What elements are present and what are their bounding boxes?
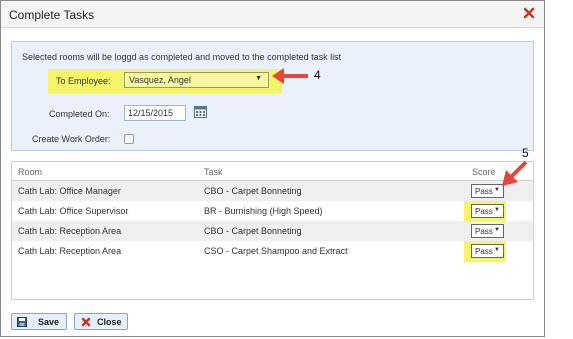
room-cell: Cath Lab: Office Manager (18, 186, 121, 196)
score-select-value: Pass (475, 207, 493, 216)
score-select-value: Pass (475, 187, 493, 196)
to-employee-label: To Employee: (56, 76, 111, 86)
task-cell: BR - Burnishing (High Speed) (204, 206, 323, 216)
create-work-order-label: Create Work Order: (32, 134, 111, 144)
annotation-number-5: 5 (522, 146, 529, 160)
floppy-disk-icon (17, 317, 27, 327)
options-panel: Selected rooms will be loggd as complete… (11, 41, 534, 151)
dialog-titlebar: Complete Tasks (1, 1, 544, 28)
room-cell: Cath Lab: Reception Area (18, 246, 122, 256)
score-select-value: Pass (475, 227, 493, 236)
room-cell: Cath Lab: Reception Area (18, 226, 122, 236)
tasks-grid: Room Task Score Cath Lab: Office Manager… (11, 161, 534, 300)
column-header-task: Task (204, 167, 223, 177)
grid-header: Room Task Score (12, 162, 533, 181)
task-cell: CBO - Carpet Bonneting (204, 186, 302, 196)
score-select[interactable]: Pass ▼ (471, 244, 504, 258)
annotation-arrow-score (502, 160, 528, 186)
chevron-down-icon: ▼ (494, 207, 500, 213)
table-row[interactable]: Cath Lab: Reception Area CBO - Carpet Bo… (12, 221, 533, 241)
score-select-value: Pass (475, 247, 493, 256)
task-cell: CSO - Carpet Shampoo and Extract (204, 246, 348, 256)
close-icon (81, 317, 91, 327)
close-button-label: Close (97, 317, 122, 327)
score-select[interactable]: Pass ▼ (471, 204, 504, 218)
score-select[interactable]: Pass ▼ (471, 224, 504, 238)
complete-tasks-dialog: Complete Tasks Selected rooms will be lo… (0, 0, 545, 337)
create-work-order-checkbox[interactable] (124, 134, 134, 144)
employee-select-value: Vasquez, Angel (129, 75, 191, 85)
completed-on-input[interactable]: 12/15/2015 (124, 105, 186, 121)
table-row[interactable]: Cath Lab: Office Supervisor BR - Burnish… (12, 201, 533, 221)
room-cell: Cath Lab: Office Supervisor (18, 206, 129, 216)
calendar-icon[interactable] (194, 105, 207, 118)
save-button-label: Save (38, 317, 60, 327)
annotation-arrow-employee (272, 68, 308, 84)
completed-on-label: Completed On: (49, 109, 110, 119)
chevron-down-icon: ▼ (494, 227, 500, 233)
column-header-score: Score (472, 167, 496, 177)
save-button[interactable]: Save (11, 313, 67, 330)
close-button[interactable]: Close (74, 313, 128, 330)
table-row[interactable]: Cath Lab: Reception Area CSO - Carpet Sh… (12, 241, 533, 261)
info-message: Selected rooms will be loggd as complete… (22, 52, 342, 62)
employee-select[interactable]: Vasquez, Angel ▼ (124, 72, 269, 88)
chevron-down-icon: ▼ (255, 75, 262, 82)
task-cell: CBO - Carpet Bonneting (204, 226, 302, 236)
table-row[interactable]: Cath Lab: Office Manager CBO - Carpet Bo… (12, 181, 533, 201)
column-header-room: Room (18, 167, 43, 177)
chevron-down-icon: ▼ (494, 247, 500, 253)
dialog-title: Complete Tasks (9, 8, 95, 22)
annotation-number-4: 4 (314, 68, 321, 82)
close-icon[interactable] (522, 6, 536, 20)
